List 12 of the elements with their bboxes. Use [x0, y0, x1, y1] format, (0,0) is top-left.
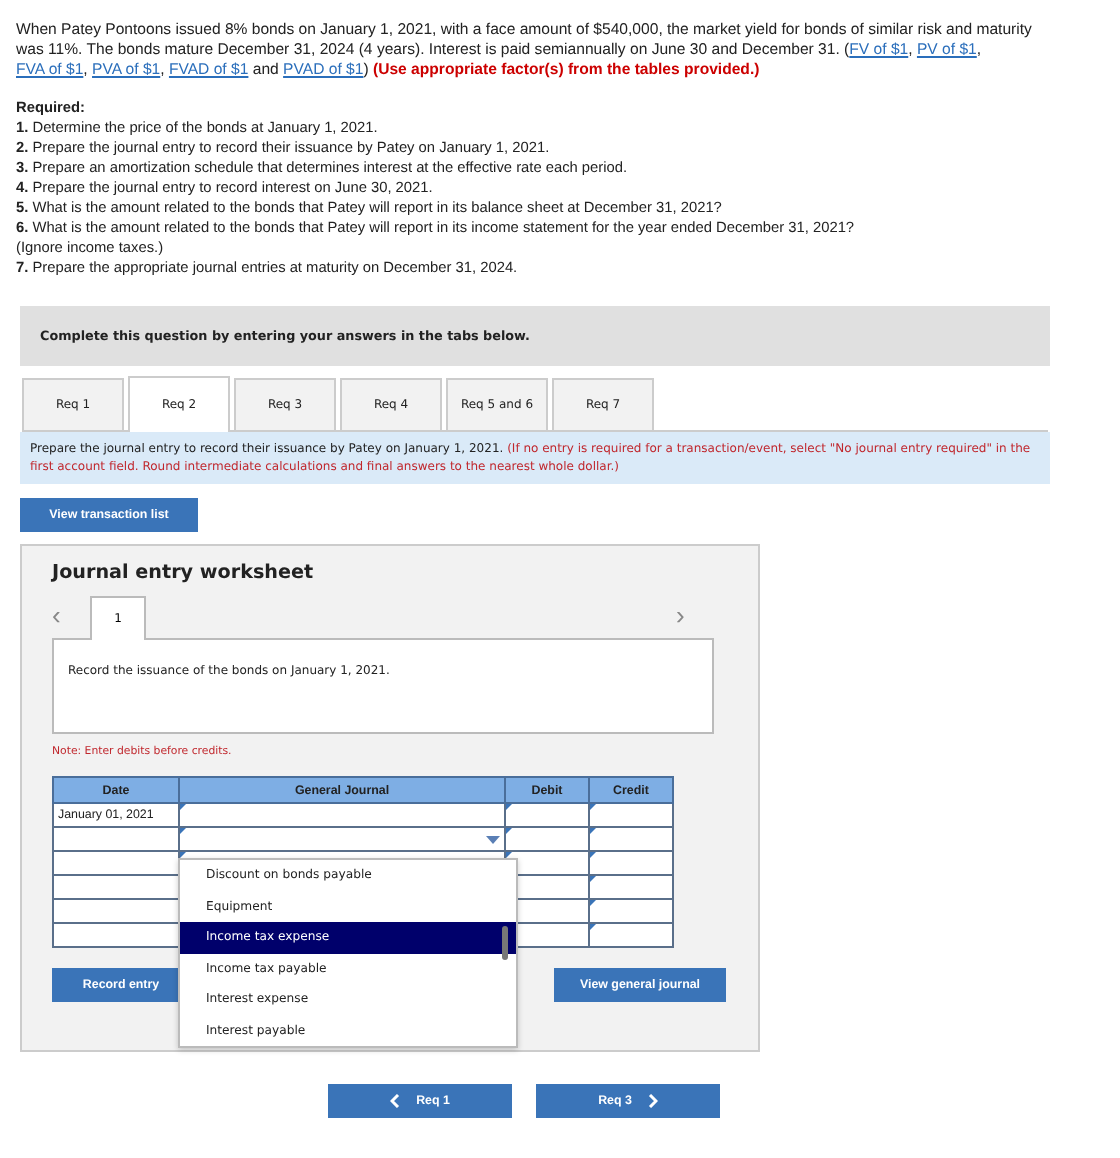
chevron-left-icon [390, 1094, 401, 1108]
date-cell[interactable] [53, 899, 179, 923]
worksheet-title: Journal entry worksheet [52, 562, 316, 584]
account-field[interactable] [179, 803, 505, 827]
caret-icon [486, 836, 500, 844]
date-cell[interactable] [53, 875, 179, 899]
date-cell[interactable] [53, 851, 179, 875]
debit-field[interactable] [505, 827, 589, 851]
date-cell[interactable] [53, 827, 179, 851]
chevron-right-icon [647, 1094, 658, 1108]
date-cell[interactable] [53, 923, 179, 947]
scrollbar-thumb[interactable] [502, 926, 508, 960]
